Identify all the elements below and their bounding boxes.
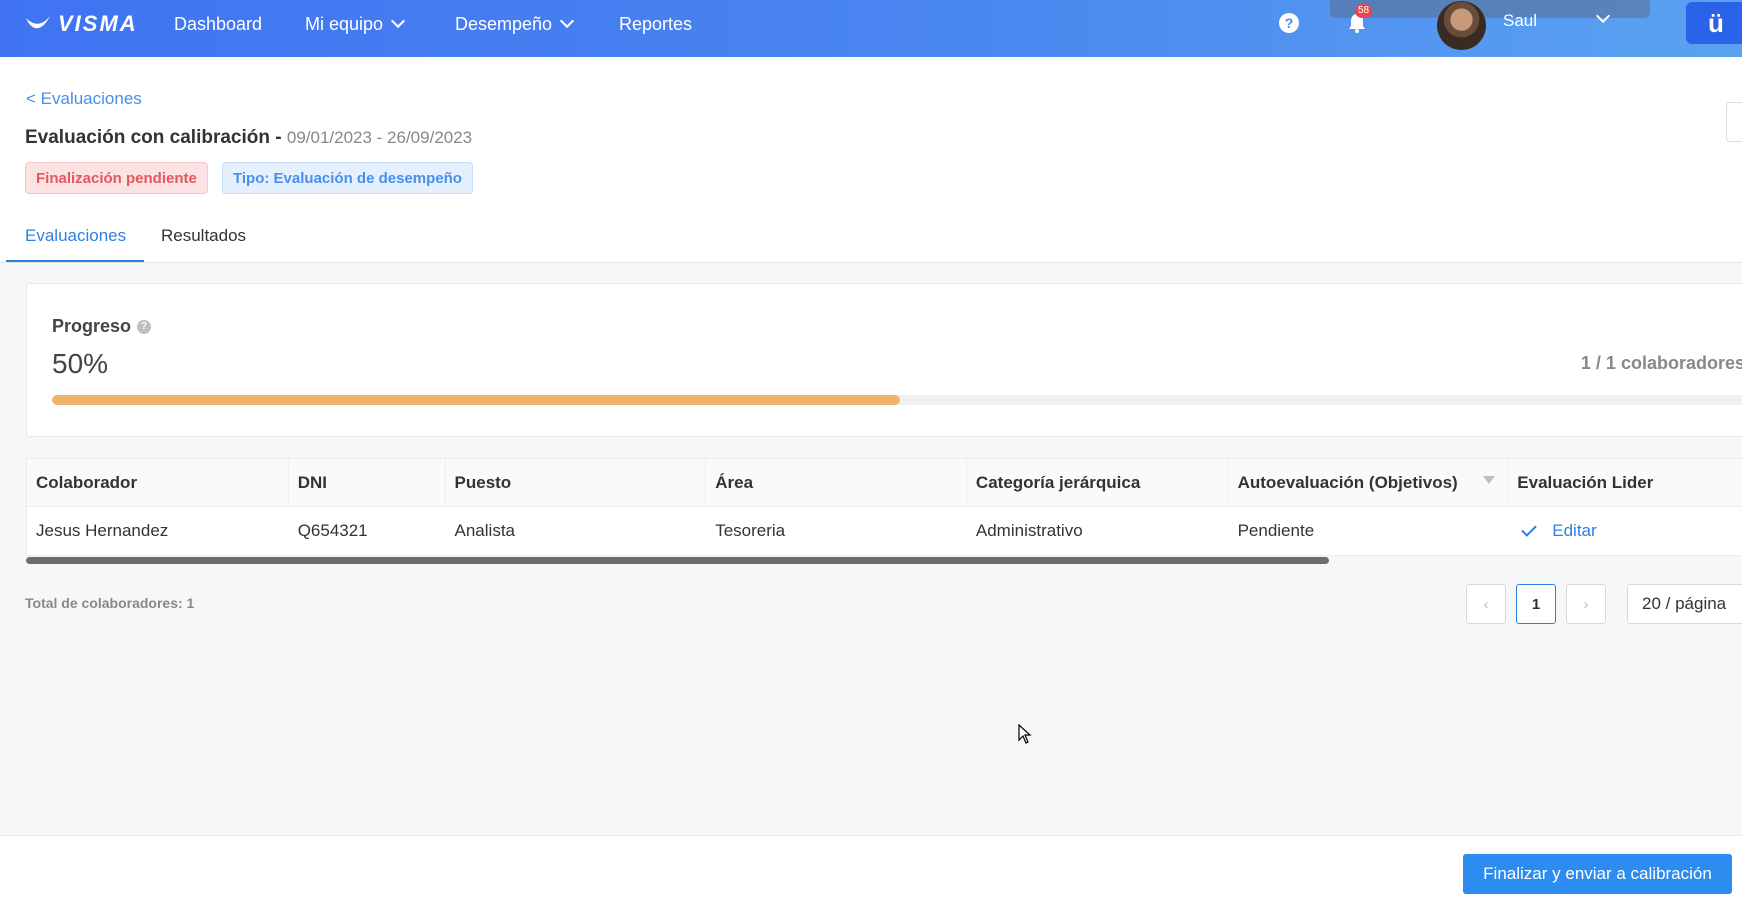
mouse-cursor-icon (1018, 724, 1032, 744)
visma-swoosh-icon (26, 16, 50, 29)
question-icon[interactable]: ? (137, 319, 152, 334)
status-badge: Finalización pendiente (25, 162, 208, 194)
cell-colaborador: Jesus Hernandez (36, 521, 169, 540)
page-title: Evaluación con calibración - 09/01/2023 … (25, 127, 472, 149)
nav-mi-equipo-label: Mi equipo (305, 13, 384, 34)
cell-categoria: Administrativo (975, 521, 1083, 540)
progress-value: 50% (52, 348, 109, 379)
check-icon (1521, 521, 1538, 537)
total-collaborators: Total de colaboradores: 1 (25, 595, 195, 611)
table-header-row: Colaborador DNI Puesto Área Categoría je… (27, 459, 1742, 507)
col-header-puesto[interactable]: Puesto (446, 459, 707, 506)
tab-resultados[interactable]: Resultados (161, 226, 246, 246)
cell-area: Tesoreria (715, 521, 786, 540)
chevron-left-icon: ‹ (1483, 595, 1489, 613)
side-action-button[interactable] (1726, 102, 1742, 142)
app-switcher-button[interactable]: ü (1686, 2, 1742, 44)
type-badge: Tipo: Evaluación de desempeño (222, 162, 473, 194)
cell-evaluacion-lider: Editar (1508, 507, 1742, 555)
progress-card: Progreso ? 50% 1 / 1 colaboradores (26, 283, 1742, 437)
chevron-down-icon (559, 13, 575, 29)
next-page-button[interactable]: › (1566, 584, 1606, 624)
progress-bar (52, 395, 1742, 405)
top-navbar: VISMA Dashboard Mi equipo Desempeño Repo… (0, 0, 1742, 57)
active-tab-indicator (6, 260, 144, 262)
nav-desempeno-label: Desempeño (455, 13, 553, 34)
visma-logo[interactable]: VISMA (24, 11, 138, 36)
avatar[interactable] (1437, 1, 1486, 50)
prev-page-button[interactable]: ‹ (1466, 584, 1506, 624)
cell-dni: Q654321 (297, 521, 368, 540)
col-header-area[interactable]: Área (706, 459, 967, 506)
col-header-colaborador[interactable]: Colaborador (27, 459, 289, 506)
back-link[interactable]: < Evaluaciones (26, 89, 142, 109)
edit-link[interactable]: Editar (1552, 521, 1596, 541)
title-text: Evaluación con calibración - (25, 127, 282, 148)
col-header-categoria[interactable]: Categoría jerárquica (967, 459, 1229, 506)
evaluation-dates: 09/01/2023 - 26/09/2023 (286, 128, 473, 147)
logo-text: VISMA (58, 11, 138, 36)
col-header-dni[interactable]: DNI (289, 459, 446, 506)
user-name[interactable]: Saul (1503, 11, 1537, 31)
nav-reportes[interactable]: Reportes (619, 12, 692, 36)
notification-badge: 58 (1355, 4, 1373, 18)
collaborators-table: Colaborador DNI Puesto Área Categoría je… (26, 458, 1742, 556)
nav-reportes-label: Reportes (619, 13, 693, 34)
nav-desempeno[interactable]: Desempeño (455, 12, 575, 36)
nav-dashboard[interactable]: Dashboard (174, 12, 262, 36)
col-header-autoevaluacion[interactable]: Autoevaluación (Objetivos) (1229, 459, 1509, 506)
cell-autoevaluacion: Pendiente (1237, 521, 1315, 540)
chevron-right-icon: › (1583, 595, 1589, 613)
chevron-down-icon (390, 13, 406, 29)
progress-bar-fill (52, 395, 900, 405)
finalize-send-calibration-button[interactable]: Finalizar y enviar a calibración (1463, 854, 1732, 894)
help-icon[interactable]: ? (1279, 13, 1299, 33)
nav-mi-equipo[interactable]: Mi equipo (305, 12, 406, 36)
progress-label-text: Progreso (52, 316, 132, 336)
cell-puesto: Analista (454, 521, 515, 540)
page-size-select[interactable]: 20 / página (1627, 584, 1742, 624)
progress-label: Progreso ? (52, 316, 152, 337)
page-number-button[interactable]: 1 (1516, 584, 1556, 624)
tab-bar: Evaluaciones Resultados (0, 218, 1742, 263)
horizontal-scrollbar[interactable] (26, 557, 1329, 564)
filter-icon[interactable] (1483, 476, 1496, 484)
table-row: Jesus Hernandez Q654321 Analista Tesorer… (27, 507, 1742, 555)
page-size-value: 20 / página (1642, 594, 1727, 613)
col-header-evaluacion-lider[interactable]: Evaluación Lider (1508, 459, 1742, 506)
progress-count: 1 / 1 colaboradores (1580, 353, 1742, 373)
tab-evaluaciones[interactable]: Evaluaciones (25, 226, 126, 246)
nav-dashboard-label: Dashboard (174, 13, 263, 34)
